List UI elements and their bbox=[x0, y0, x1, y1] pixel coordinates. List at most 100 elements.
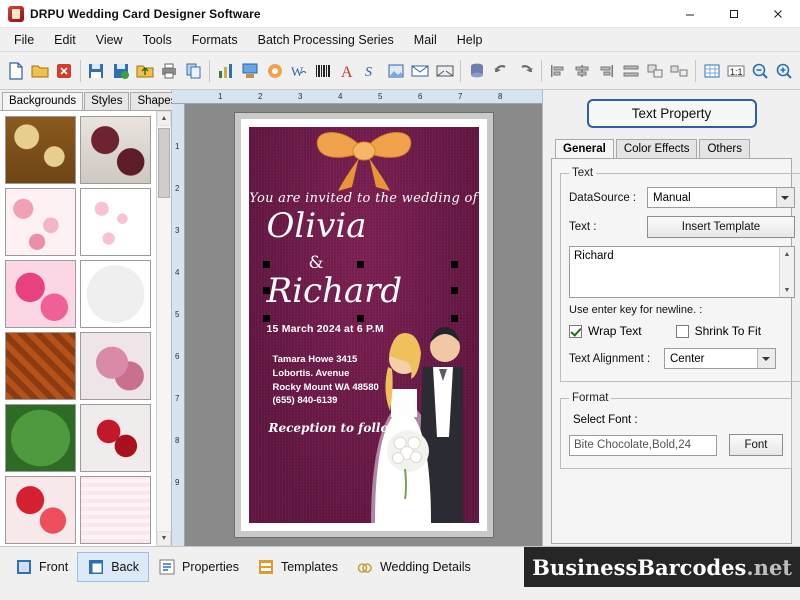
maximize-icon[interactable] bbox=[712, 0, 756, 27]
save-icon[interactable] bbox=[85, 58, 108, 84]
zoom-in-icon[interactable] bbox=[773, 58, 796, 84]
text-alignment-select[interactable]: Center bbox=[664, 348, 776, 369]
redo-icon[interactable] bbox=[514, 58, 537, 84]
actual-size-icon[interactable]: 1:1 bbox=[724, 58, 747, 84]
menu-item-view[interactable]: View bbox=[86, 30, 133, 50]
scroll-down-icon[interactable]: ▼ bbox=[780, 283, 794, 297]
background-list-scrollbar[interactable]: ▲ ▼ bbox=[156, 111, 171, 546]
selection-handle[interactable] bbox=[263, 287, 270, 294]
save-as-icon[interactable] bbox=[109, 58, 132, 84]
list-item[interactable] bbox=[5, 260, 76, 328]
left-panel: Backgrounds Styles Shapes bbox=[0, 90, 172, 546]
ruler-h-tick: 5 bbox=[378, 92, 382, 101]
bottom-item-properties[interactable]: Properties bbox=[149, 553, 248, 581]
text-icon[interactable]: A bbox=[336, 58, 359, 84]
selection-handle[interactable] bbox=[451, 261, 458, 268]
menu-item-mail[interactable]: Mail bbox=[404, 30, 447, 50]
insert-template-button[interactable]: Insert Template bbox=[647, 216, 795, 238]
tab-others[interactable]: Others bbox=[699, 139, 750, 158]
color-picker-icon[interactable] bbox=[263, 58, 286, 84]
align-right-icon[interactable] bbox=[595, 58, 618, 84]
text-input-value: Richard bbox=[574, 250, 614, 262]
watermark-icon[interactable]: W bbox=[287, 58, 310, 84]
list-item[interactable] bbox=[5, 476, 76, 544]
tab-color-effects[interactable]: Color Effects bbox=[616, 139, 698, 158]
menu-item-file[interactable]: File bbox=[4, 30, 44, 50]
print-icon[interactable] bbox=[158, 58, 181, 84]
list-item[interactable] bbox=[80, 116, 151, 184]
font-button[interactable]: Font bbox=[729, 434, 783, 456]
scrollbar-track[interactable] bbox=[157, 126, 171, 531]
selection-handle[interactable] bbox=[263, 315, 270, 322]
close-icon[interactable] bbox=[756, 0, 800, 27]
list-item[interactable] bbox=[5, 116, 76, 184]
ungroup-icon[interactable] bbox=[668, 58, 691, 84]
align-left-icon[interactable] bbox=[546, 58, 569, 84]
open-icon[interactable] bbox=[28, 58, 51, 84]
tab-styles[interactable]: Styles bbox=[84, 92, 129, 110]
watermark-main: BusinessBarcodes bbox=[532, 555, 746, 580]
list-item[interactable] bbox=[5, 404, 76, 472]
zoom-out-icon[interactable] bbox=[749, 58, 772, 84]
menu-item-tools[interactable]: Tools bbox=[133, 30, 182, 50]
selection-handle[interactable] bbox=[263, 261, 270, 268]
distribute-icon[interactable] bbox=[619, 58, 642, 84]
menu-item-batch-processing-series[interactable]: Batch Processing Series bbox=[248, 30, 404, 50]
list-item[interactable] bbox=[80, 404, 151, 472]
text-input-scrollbar[interactable]: ▲ ▼ bbox=[779, 247, 794, 297]
shrink-to-fit-checkbox[interactable] bbox=[676, 325, 689, 338]
datasource-select[interactable]: Manual bbox=[647, 187, 795, 208]
watermark-suffix: .net bbox=[746, 555, 792, 580]
group-icon[interactable] bbox=[643, 58, 666, 84]
barcode-icon[interactable] bbox=[312, 58, 335, 84]
signature-icon[interactable]: S bbox=[360, 58, 383, 84]
delete-icon[interactable] bbox=[53, 58, 76, 84]
list-item[interactable] bbox=[80, 476, 151, 544]
wrap-text-checkbox[interactable] bbox=[569, 325, 582, 338]
scroll-up-icon[interactable]: ▲ bbox=[157, 111, 171, 126]
menu-item-edit[interactable]: Edit bbox=[44, 30, 86, 50]
bottom-item-label: Back bbox=[111, 560, 139, 574]
minimize-icon[interactable] bbox=[668, 0, 712, 27]
list-item[interactable] bbox=[80, 260, 151, 328]
font-value-field[interactable]: Bite Chocolate,Bold,24 bbox=[569, 435, 717, 456]
list-item[interactable] bbox=[80, 188, 151, 256]
bottom-item-templates[interactable]: Templates bbox=[248, 553, 347, 581]
email-icon[interactable] bbox=[409, 58, 432, 84]
align-center-icon[interactable] bbox=[570, 58, 593, 84]
database-icon[interactable] bbox=[465, 58, 488, 84]
grid-icon[interactable] bbox=[700, 58, 723, 84]
scrollbar-thumb[interactable] bbox=[158, 128, 170, 198]
design-canvas[interactable]: You are invited to the wedding of Olivia… bbox=[185, 104, 542, 546]
list-item[interactable] bbox=[5, 332, 76, 400]
selection-handle[interactable] bbox=[357, 261, 364, 268]
ruler-v-tick: 4 bbox=[175, 268, 179, 277]
card-reception-line: Reception to follow bbox=[249, 421, 479, 435]
text-input[interactable]: Richard ▲ ▼ bbox=[569, 246, 795, 298]
wedding-card[interactable]: You are invited to the wedding of Olivia… bbox=[235, 113, 493, 537]
envelope-icon[interactable] bbox=[433, 58, 456, 84]
undo-icon[interactable] bbox=[490, 58, 513, 84]
bottom-item-back[interactable]: Back bbox=[77, 552, 149, 582]
bottom-item-wedding-details[interactable]: Wedding Details bbox=[347, 553, 480, 581]
new-icon[interactable] bbox=[4, 58, 27, 84]
copy-icon[interactable] bbox=[182, 58, 205, 84]
tab-backgrounds[interactable]: Backgrounds bbox=[2, 92, 83, 110]
export-icon[interactable] bbox=[133, 58, 156, 84]
tab-general[interactable]: General bbox=[555, 139, 614, 158]
selection-handle[interactable] bbox=[451, 287, 458, 294]
menu-item-help[interactable]: Help bbox=[447, 30, 493, 50]
selection-handle[interactable] bbox=[451, 315, 458, 322]
list-item[interactable] bbox=[5, 188, 76, 256]
selection-handle[interactable] bbox=[357, 315, 364, 322]
title-bar: DRPU Wedding Card Designer Software bbox=[0, 0, 800, 28]
shape-icon[interactable] bbox=[384, 58, 407, 84]
card-invite-line: You are invited to the wedding of bbox=[249, 191, 479, 206]
paint-icon[interactable] bbox=[239, 58, 262, 84]
scroll-up-icon[interactable]: ▲ bbox=[780, 247, 794, 261]
scroll-down-icon[interactable]: ▼ bbox=[157, 531, 171, 546]
menu-item-formats[interactable]: Formats bbox=[182, 30, 248, 50]
bottom-item-front[interactable]: Front bbox=[6, 553, 77, 581]
chart-icon[interactable] bbox=[214, 58, 237, 84]
list-item[interactable] bbox=[80, 332, 151, 400]
